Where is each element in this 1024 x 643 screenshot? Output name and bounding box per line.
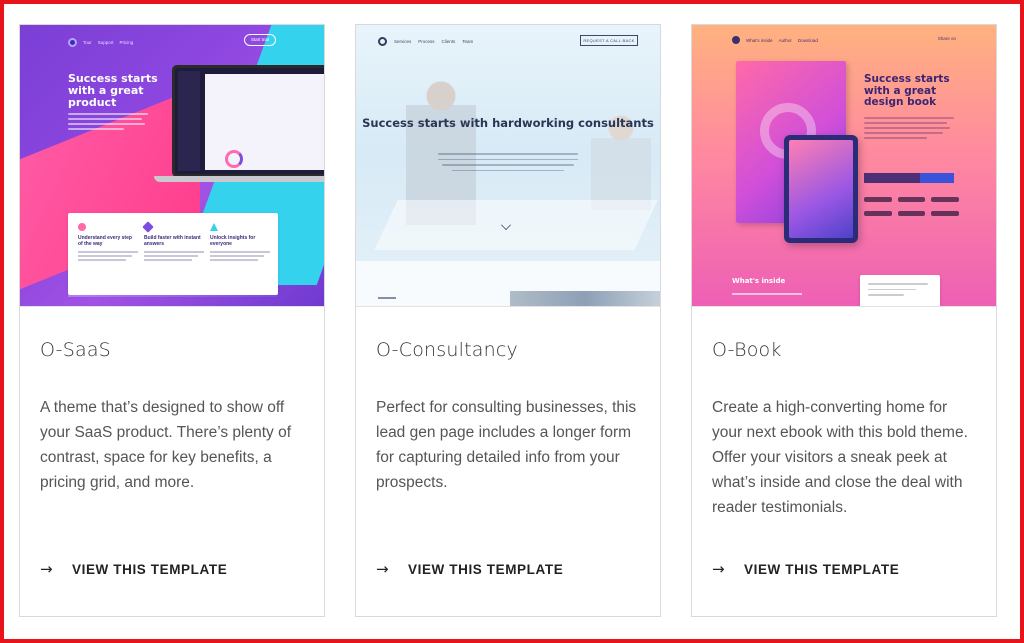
logo-icon	[378, 37, 387, 46]
preview-testimonial-text	[868, 283, 928, 299]
preview-nav-item: Tour	[83, 40, 92, 45]
preview-nav-item: Pricing	[119, 40, 134, 45]
arrow-right-icon: →	[376, 560, 389, 578]
preview-body-text	[438, 153, 578, 175]
tablet-screen	[789, 140, 853, 238]
preview-photo-strip	[510, 291, 660, 306]
preview-headline: Success starts with hardworking consulta…	[362, 116, 654, 130]
preview-email-form	[864, 173, 954, 183]
logo-icon	[68, 38, 77, 47]
card-title: O-SaaS	[40, 339, 111, 361]
preview-nav-item: Author	[778, 37, 792, 43]
feature-heading: Understand every step of the way	[78, 235, 132, 247]
view-template-label: VIEW THIS TEMPLATE	[408, 561, 564, 577]
card-description: Create a high-converting home for your n…	[712, 399, 968, 516]
feature-heading: Unlock insights for everyone	[210, 235, 256, 247]
donut-chart-icon	[225, 150, 243, 168]
preview-section-title: What's inside	[732, 277, 786, 285]
view-template-link[interactable]: → VIEW THIS TEMPLATE	[40, 560, 227, 578]
card-title: O-Book	[712, 339, 782, 361]
laptop-base	[154, 176, 324, 182]
card-description: A theme that’s designed to show off your…	[40, 399, 292, 491]
template-preview-saas[interactable]: Tour Support Pricing Start trial Success…	[20, 25, 324, 307]
preview-nav-item: Team	[462, 39, 474, 44]
preview-nav-item: Services	[394, 39, 412, 44]
preview-body-text	[68, 113, 148, 133]
feature-icon	[210, 223, 218, 231]
preview-button: Start trial	[244, 34, 276, 46]
preview-nav: Tour Support Pricing	[68, 38, 133, 47]
arrow-right-icon: →	[712, 560, 725, 578]
view-template-link[interactable]: → VIEW THIS TEMPLATE	[712, 560, 899, 578]
preview-nav-item: Clients	[441, 39, 456, 44]
tablet-mockup	[784, 135, 858, 243]
card-description: Perfect for consulting businesses, this …	[376, 399, 637, 491]
preview-email-input	[864, 173, 920, 183]
feature-item: Unlock insights for everyone	[210, 223, 270, 263]
preview-nav: What's inside Author Download	[732, 36, 818, 44]
template-card-book[interactable]: What's inside Author Download Share on S…	[691, 24, 997, 617]
arrow-right-icon: →	[40, 560, 53, 578]
photo-table	[374, 200, 658, 250]
logo-icon	[732, 36, 740, 44]
template-preview-consultancy[interactable]: Services Process Clients Team REQUEST A …	[356, 25, 660, 307]
template-card-consultancy[interactable]: Services Process Clients Team REQUEST A …	[355, 24, 661, 617]
laptop-mockup	[172, 65, 324, 177]
preview-nav: Services Process Clients Team	[378, 37, 473, 46]
preview-nav-item: Download	[797, 37, 818, 43]
preview-section-text	[732, 293, 802, 295]
view-template-label: VIEW THIS TEMPLATE	[744, 561, 900, 577]
feature-icon	[142, 221, 154, 233]
feature-icon	[78, 223, 86, 231]
view-template-link[interactable]: → VIEW THIS TEMPLATE	[376, 560, 563, 578]
preview-submit-button	[920, 173, 954, 183]
template-preview-book[interactable]: What's inside Author Download Share on S…	[692, 25, 996, 307]
card-title: O-Consultancy	[376, 339, 518, 361]
preview-nav-item: Support	[97, 40, 114, 45]
feature-item: Build faster with instant answers	[142, 221, 204, 263]
feature-heading: Build faster with instant answers	[144, 235, 201, 247]
preview-nav-item: Process	[418, 39, 435, 44]
features-panel: Understand every step of the way Build f…	[68, 213, 278, 295]
preview-social-label: Share on	[937, 36, 956, 41]
preview-button: REQUEST A CALL BACK	[580, 35, 638, 46]
press-logos	[864, 197, 959, 216]
preview-label	[378, 297, 396, 299]
preview-body-text	[864, 117, 954, 142]
template-card-saas[interactable]: Tour Support Pricing Start trial Success…	[19, 24, 325, 617]
preview-nav-item: What's inside	[746, 37, 773, 43]
feature-item: Understand every step of the way	[78, 223, 138, 263]
view-template-label: VIEW THIS TEMPLATE	[72, 561, 228, 577]
preview-headline: Success starts with a great design book	[864, 73, 950, 108]
preview-headline: Success starts with a great product	[68, 72, 158, 109]
accent-bar	[68, 295, 278, 297]
